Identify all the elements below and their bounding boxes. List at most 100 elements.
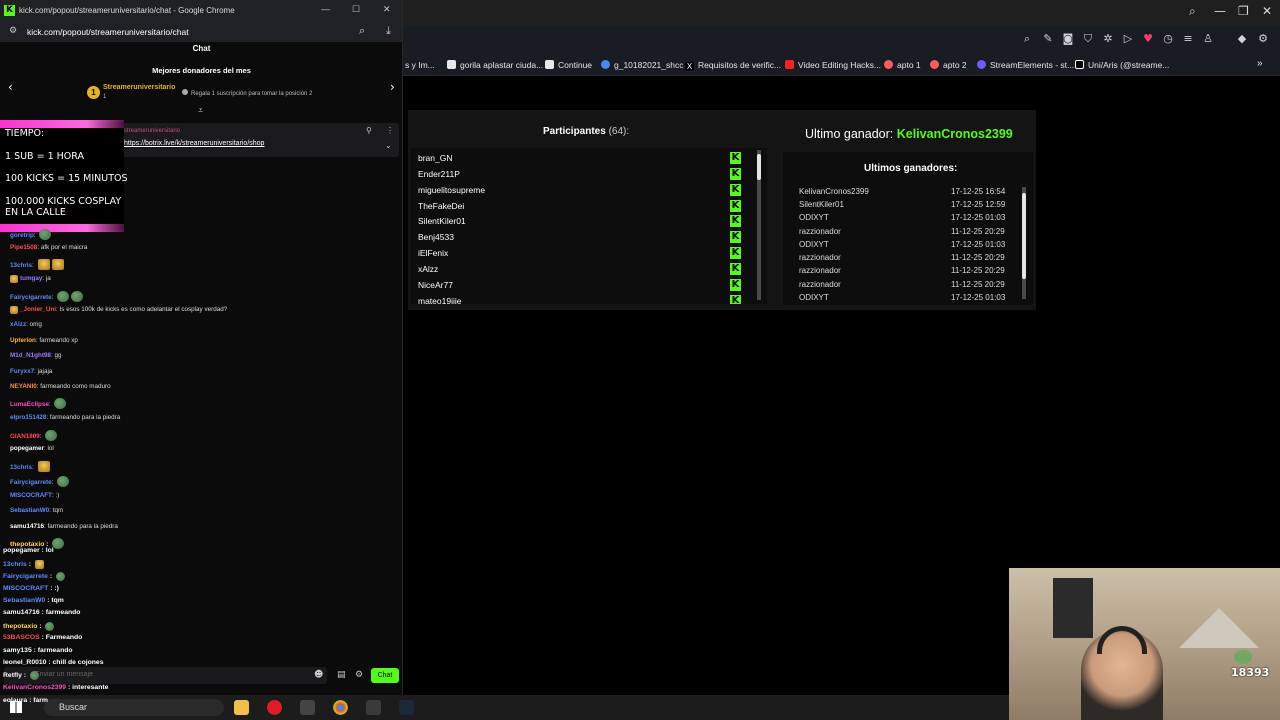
chat-message[interactable]: Fairycigarrete:: [10, 291, 84, 302]
history-icon[interactable]: ◷: [1162, 33, 1174, 45]
settings-icon[interactable]: ⚙: [1257, 33, 1269, 45]
chat-message[interactable]: Furyxx7: jajaja: [10, 368, 52, 375]
minimize-icon[interactable]: —: [321, 4, 330, 14]
expand-icon[interactable]: ⌄: [385, 141, 392, 150]
bookmark-item[interactable]: Uni/Aris (@streame...: [1075, 60, 1169, 70]
chat-username[interactable]: Upterion: [10, 337, 36, 344]
camera-icon[interactable]: ◙: [1062, 33, 1074, 45]
winner-name: SilentKiler01: [799, 200, 844, 209]
participant-name: bran_GN: [418, 153, 453, 163]
chrome-icon[interactable]: [333, 700, 348, 715]
chat-message[interactable]: tumgay: ja: [10, 275, 51, 283]
more-bookmarks-icon[interactable]: »: [1257, 58, 1263, 69]
chat-message[interactable]: Upterion: farmeando xp: [10, 337, 78, 344]
more-options-icon[interactable]: ⋮: [386, 126, 394, 135]
bookmark-item[interactable]: Continue: [545, 60, 592, 70]
chat-username[interactable]: MISCOCRAFT: [10, 492, 52, 499]
play-icon[interactable]: ▷: [1122, 33, 1134, 45]
menu-icon[interactable]: ≡: [1182, 33, 1194, 45]
pinned-link[interactable]: https://botrix.live/k/streameruniversita…: [124, 140, 264, 147]
chat-username[interactable]: 13chris: [10, 464, 32, 471]
restore-icon[interactable]: ❐: [1238, 4, 1249, 18]
next-arrow-icon[interactable]: ›: [390, 80, 395, 94]
prev-arrow-icon[interactable]: ‹: [8, 80, 13, 94]
chat-username[interactable]: _Jonier_Uni: [20, 306, 56, 313]
chat-message[interactable]: Pipe1508: afk por el maicra: [10, 244, 87, 251]
download-icon[interactable]: ⤓: [386, 24, 391, 38]
chat-message[interactable]: SebastianW0: tqm: [10, 507, 63, 514]
bookmark-item[interactable]: s y Im...: [405, 60, 435, 70]
chat-message[interactable]: samu14716: farmeando para la piedra: [10, 523, 118, 530]
collapse-icon[interactable]: ⩡: [198, 106, 203, 116]
file-explorer-icon[interactable]: [234, 700, 249, 715]
chat-username[interactable]: NEYANI0: [10, 383, 37, 390]
chat-message[interactable]: LumaEclipse:: [10, 398, 67, 409]
search-tabs-icon[interactable]: ⌕: [1189, 4, 1196, 19]
chat-message[interactable]: Fairycigarrete:: [10, 476, 70, 487]
chat-message[interactable]: elpro151428: farmeando para la piedra: [10, 414, 120, 421]
close-icon[interactable]: ✕: [1262, 4, 1272, 18]
chat-message[interactable]: _Jonier_Uni: Is esos 100k de kicks es co…: [10, 306, 227, 314]
send-chat-button[interactable]: Chat: [371, 668, 399, 683]
site-info-icon[interactable]: ⚙: [9, 26, 17, 36]
search-icon[interactable]: ⌕: [1021, 33, 1033, 45]
chat-message[interactable]: M1d_N1ght98: gg: [10, 352, 61, 359]
chat-username[interactable]: Fairycigarrete: [10, 294, 52, 301]
pin-icon[interactable]: ⚲: [366, 126, 372, 135]
shield-icon[interactable]: ⛉: [1082, 33, 1094, 45]
chat-message[interactable]: NEYANI0: farmeando como maduro: [10, 383, 111, 390]
bookmark-item[interactable]: X Requisitos de verific...: [685, 60, 781, 71]
chat-username[interactable]: popegamer: [10, 445, 44, 452]
zoom-icon[interactable]: ⌕: [359, 24, 365, 38]
bookmark-item[interactable]: apto 2: [930, 60, 967, 70]
bookmark-item[interactable]: gorila aplastar ciuda...: [447, 60, 543, 70]
winner-name: razzionador: [799, 227, 841, 236]
chat-settings-icon[interactable]: ⚙: [355, 670, 363, 680]
chat-message[interactable]: 13chris:: [10, 461, 50, 472]
opera-icon[interactable]: [267, 700, 282, 715]
chat-message[interactable]: GIAN1809:: [10, 430, 58, 441]
chat-username[interactable]: elpro151428: [10, 414, 46, 421]
chat-username[interactable]: samu14716: [10, 523, 44, 530]
emoji-icon[interactable]: ☻: [314, 670, 323, 680]
chat-username[interactable]: Furyxx7: [10, 368, 34, 375]
chat-username[interactable]: tumgay: [20, 275, 42, 282]
heart-icon[interactable]: ♥: [1142, 33, 1154, 45]
chat-username[interactable]: LumaEclipse: [10, 401, 49, 408]
close-icon[interactable]: ✕: [383, 4, 391, 15]
chat-username[interactable]: xAlzz: [10, 321, 26, 328]
chat-username[interactable]: Pipe1508: [10, 244, 37, 251]
chat-username[interactable]: M1d_N1ght98: [10, 352, 51, 359]
app-icon[interactable]: [366, 700, 381, 715]
chat-message[interactable]: MISCOCRAFT: :): [10, 492, 59, 499]
emote-icon: [37, 259, 50, 270]
participants-scroll-thumb[interactable]: [757, 154, 761, 180]
chat-username[interactable]: SebastianW0: [10, 507, 49, 514]
chat-username[interactable]: GIAN1809: [10, 433, 40, 440]
bookmark-item[interactable]: Video Editing Hacks...: [785, 60, 881, 70]
chat-username[interactable]: goretrip: [10, 232, 34, 239]
winners-scroll-thumb[interactable]: [1022, 193, 1026, 279]
edit-icon[interactable]: ✎: [1042, 33, 1054, 45]
participants-list[interactable]: bran_GN Ender211P miguelitosupreme TheFa…: [411, 148, 767, 304]
address-bar[interactable]: ⚙ kick.com/popout/streameruniversitario/…: [0, 22, 402, 42]
minimize-icon[interactable]: —: [1214, 4, 1226, 18]
chat-message[interactable]: popegamer: lol: [10, 445, 54, 452]
chat-username[interactable]: 13chris: [10, 262, 32, 269]
app-icon[interactable]: [300, 700, 315, 715]
chat-username[interactable]: Fairycigarrete: [10, 479, 52, 486]
chat-message[interactable]: xAlzz: omg: [10, 321, 42, 328]
quick-emotes-icon[interactable]: ▤: [337, 670, 346, 680]
top-donors-title: Mejores donadores del mes: [152, 66, 251, 75]
chat-message[interactable]: goretrip:: [10, 229, 52, 240]
bookmark-item[interactable]: StreamElements - st...: [977, 60, 1074, 70]
donor-name[interactable]: Streameruniversitario: [103, 84, 175, 91]
bookmark-item[interactable]: g_10182021_shcc: [601, 60, 683, 70]
bookmark-item[interactable]: apto 1: [884, 60, 921, 70]
steam-icon[interactable]: [399, 700, 414, 715]
profile-icon[interactable]: ♙: [1202, 33, 1214, 45]
chat-message[interactable]: 13chris:: [10, 259, 64, 270]
maximize-icon[interactable]: ☐: [352, 4, 360, 15]
wallet-icon[interactable]: ◆: [1236, 33, 1248, 45]
extension-icon[interactable]: ✲: [1102, 33, 1114, 45]
